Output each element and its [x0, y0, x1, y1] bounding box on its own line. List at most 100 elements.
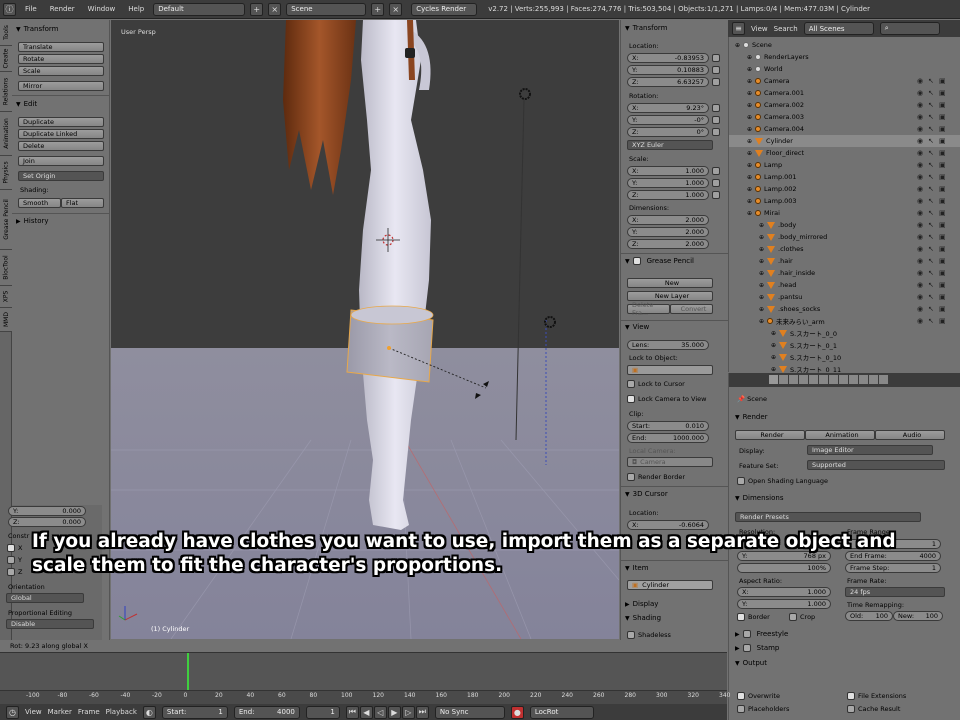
prev-key-icon[interactable]: ◀ — [359, 705, 373, 719]
menu-file[interactable]: File — [21, 5, 41, 13]
transform-panel-header[interactable]: ▼ Transform — [16, 25, 58, 33]
render-icon[interactable]: ▣ — [939, 209, 946, 217]
render-animation-button[interactable]: Animation — [805, 430, 875, 440]
mirror-button[interactable]: Mirror — [18, 81, 104, 91]
rot-z-field[interactable]: Z: 0° — [627, 127, 709, 137]
osl-check[interactable]: Open Shading Language — [737, 477, 828, 485]
object-tab-icon[interactable] — [809, 375, 818, 384]
expand-icon[interactable]: ⊕ — [747, 126, 752, 133]
timeline-marker-menu[interactable]: Marker — [48, 708, 72, 716]
particles-tab-icon[interactable] — [869, 375, 878, 384]
end-frame-field[interactable]: End: 4000 — [233, 705, 300, 719]
n-transform-header[interactable]: ▼ Transform — [625, 24, 667, 32]
texture-tab-icon[interactable] — [859, 375, 868, 384]
pin-icon[interactable]: 📌 — [737, 395, 745, 403]
outliner-item[interactable]: ⊕ 未来みらい_arm ◉ ↖ ▣ — [729, 315, 960, 327]
expand-icon[interactable]: ⊕ — [747, 54, 752, 61]
outliner-view-menu[interactable]: View — [751, 25, 768, 33]
layers-tab-icon[interactable] — [779, 375, 788, 384]
orientation-select[interactable]: Global — [6, 593, 84, 603]
outliner-search-input[interactable]: ⌕ — [879, 22, 940, 35]
menu-window[interactable]: Window — [84, 5, 120, 13]
output-panel-header[interactable]: ▼ Output — [735, 659, 767, 667]
outliner-item[interactable]: ⊕ Lamp.003 ◉ ↖ ▣ — [729, 195, 960, 207]
outliner-item[interactable]: ⊕ Lamp.001 ◉ ↖ ▣ — [729, 171, 960, 183]
render-icon[interactable]: ▣ — [939, 233, 946, 241]
render-panel-header[interactable]: ▼ Render — [735, 413, 768, 421]
render-icon[interactable]: ▣ — [939, 173, 946, 181]
expand-icon[interactable]: ⊕ — [747, 150, 752, 157]
eye-icon[interactable]: ◉ — [917, 293, 923, 301]
render-icon[interactable]: ▣ — [939, 269, 946, 277]
outliner-item[interactable]: ⊕ Camera ◉ ↖ ▣ — [729, 75, 960, 87]
cursor-icon[interactable]: ↖ — [928, 77, 934, 85]
outliner-item[interactable]: ⊕ Camera.002 ◉ ↖ ▣ — [729, 99, 960, 111]
cursor-icon[interactable]: ↖ — [928, 197, 934, 205]
world-tab-icon[interactable] — [799, 375, 808, 384]
lock-icon[interactable] — [712, 78, 720, 86]
expand-icon[interactable]: ⊕ — [759, 318, 764, 325]
constraints-tab-icon[interactable] — [819, 375, 828, 384]
dim-z-field[interactable]: Z: 2.000 — [627, 239, 709, 249]
set-origin-menu[interactable]: Set Origin — [18, 171, 104, 181]
tab-grease-pencil[interactable]: Grease Pencil — [0, 190, 12, 250]
outliner-item[interactable]: ⊕ .hair_inside ◉ ↖ ▣ — [729, 267, 960, 279]
tab-relations[interactable]: Relations — [0, 72, 12, 112]
rotation-mode-select[interactable]: XYZ Euler — [627, 140, 713, 150]
lock-icon[interactable] — [712, 66, 720, 74]
render-icon[interactable]: ▣ — [939, 317, 946, 325]
rot-x-field[interactable]: X: 9.23° — [627, 103, 709, 113]
dimensions-panel-header[interactable]: ▼ Dimensions — [735, 494, 783, 502]
jump-start-icon[interactable]: ⏮ — [345, 705, 359, 719]
material-tab-icon[interactable] — [849, 375, 858, 384]
scale-y-field[interactable]: Y: 1.000 — [627, 178, 709, 188]
outliner-item[interactable]: ⊕ .head ◉ ↖ ▣ — [729, 279, 960, 291]
expand-icon[interactable]: ⊕ — [747, 198, 752, 205]
tab-mmd[interactable]: MMD — [0, 308, 12, 332]
render-icon[interactable]: ▣ — [939, 149, 946, 157]
close-scene-icon[interactable]: × — [389, 2, 403, 16]
eye-icon[interactable]: ◉ — [917, 137, 923, 145]
outliner-item[interactable]: ⊕ .hair ◉ ↖ ▣ — [729, 255, 960, 267]
frame-rate-select[interactable]: 24 fps — [845, 587, 945, 597]
expand-icon[interactable]: ⊕ — [759, 270, 764, 277]
scale-button[interactable]: Scale — [18, 66, 104, 76]
cursor-x-field[interactable]: X: -0.6064 — [627, 520, 709, 530]
sync-select[interactable]: No Sync — [434, 705, 505, 719]
render-button[interactable]: Render — [735, 430, 805, 440]
add-layout-icon[interactable]: + — [250, 2, 264, 16]
eye-icon[interactable]: ◉ — [917, 89, 923, 97]
eye-icon[interactable]: ◉ — [917, 221, 923, 229]
timeline-playback-menu[interactable]: Playback — [106, 708, 137, 716]
cursor-icon[interactable]: ↖ — [928, 269, 934, 277]
current-frame-field[interactable]: 1 — [305, 705, 340, 719]
local-camera-field[interactable]: ◘ Camera — [627, 457, 713, 467]
expand-icon[interactable]: ⊕ — [747, 174, 752, 181]
jump-end-icon[interactable]: ⏭ — [415, 705, 429, 719]
cursor-icon[interactable]: ↖ — [928, 317, 934, 325]
add-scene-icon[interactable]: + — [371, 2, 385, 16]
eye-icon[interactable]: ◉ — [917, 161, 923, 169]
eye-icon[interactable]: ◉ — [917, 209, 923, 217]
tab-animation[interactable]: Animation — [0, 112, 12, 156]
op-y-field[interactable]: Y: 0.000 — [8, 506, 86, 516]
gp-convert-button[interactable]: Convert — [670, 304, 713, 314]
outliner-item[interactable]: ⊕ Floor_direct ◉ ↖ ▣ — [729, 147, 960, 159]
outliner-item[interactable]: ⊕ Camera.004 ◉ ↖ ▣ — [729, 123, 960, 135]
delete-button[interactable]: Delete — [18, 141, 104, 151]
expand-icon[interactable]: ⊕ — [747, 78, 752, 85]
lock-icon[interactable] — [712, 191, 720, 199]
render-border-check[interactable]: Render Border — [627, 473, 685, 481]
lock-object-field[interactable]: ▣ — [627, 365, 713, 375]
lock-camera-check[interactable]: Lock Camera to View — [627, 395, 706, 403]
eye-icon[interactable]: ◉ — [917, 269, 923, 277]
display-select[interactable]: Image Editor — [807, 445, 933, 455]
cursor-icon[interactable]: ↖ — [928, 101, 934, 109]
constraint-z-check[interactable]: Z — [7, 568, 22, 576]
outliner-item[interactable]: ⊕ Camera.001 ◉ ↖ ▣ — [729, 87, 960, 99]
eye-icon[interactable]: ◉ — [917, 257, 923, 265]
render-engine-select[interactable]: Cycles Render — [411, 2, 478, 16]
start-frame-field[interactable]: Start: 1 — [161, 705, 228, 719]
constraint-y-check[interactable]: Y — [7, 556, 22, 564]
eye-icon[interactable]: ◉ — [917, 305, 923, 313]
